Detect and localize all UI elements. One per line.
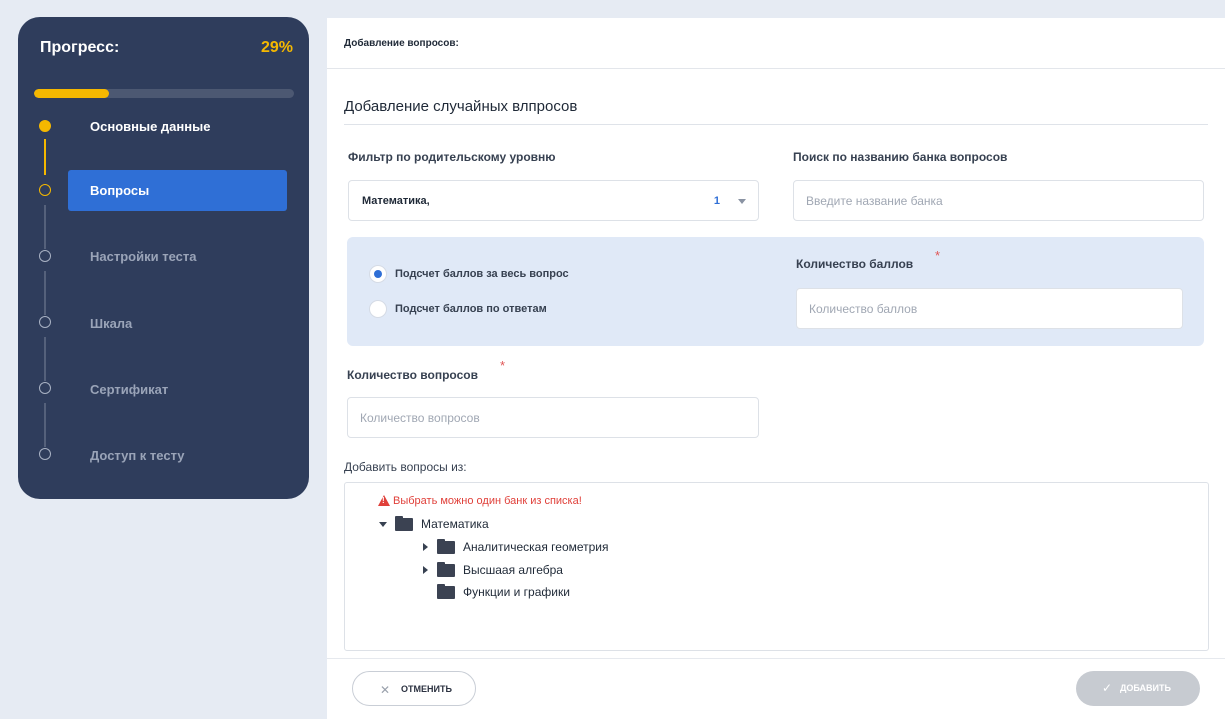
filter-selected-count: 1: [713, 195, 720, 207]
radio-label: Подсчет баллов по ответам: [395, 303, 547, 315]
required-mark: *: [500, 358, 506, 373]
step-connector: [44, 139, 46, 175]
step-connector: [44, 337, 46, 381]
questions-count-field[interactable]: [347, 397, 759, 438]
section-title: Добавление случайных влпросов: [344, 98, 578, 115]
step-dot-current: [39, 184, 51, 196]
questions-count-input[interactable]: [348, 398, 758, 437]
tree-node-label: Высшаая алгебра: [463, 563, 563, 577]
radio-unchecked[interactable]: [369, 300, 387, 318]
step-questions[interactable]: Вопросы: [90, 183, 149, 198]
step-basic-data[interactable]: Основные данные: [90, 119, 210, 134]
filter-label: Фильтр по родительскому уровню: [348, 150, 556, 164]
tree-warning-text: Выбрать можно один банк из списка!: [393, 495, 582, 507]
radio-checked[interactable]: [369, 265, 387, 283]
cancel-button-label: ОТМЕНИТЬ: [401, 684, 452, 694]
panel-header: Добавление вопросов:: [327, 18, 1225, 69]
parent-level-select[interactable]: Математика, 1: [348, 180, 759, 221]
radio-label: Подсчет баллов за весь вопрос: [395, 268, 569, 280]
tree-node-label: Функции и графики: [463, 585, 570, 599]
search-field[interactable]: [793, 180, 1204, 221]
step-dot: [39, 382, 51, 394]
step-connector: [44, 205, 46, 249]
scoring-panel: Подсчет баллов за весь вопрос Подсчет ба…: [347, 237, 1204, 346]
step-test-access[interactable]: Доступ к тесту: [90, 448, 185, 463]
folder-icon: [437, 562, 455, 577]
step-dot: [39, 316, 51, 328]
folder-icon: [395, 516, 413, 531]
points-field[interactable]: [796, 288, 1183, 329]
points-label: Количество баллов: [796, 257, 914, 271]
progress-sidebar: Прогресс: 29% Основные данные Вопросы На…: [18, 17, 309, 499]
folder-icon: [437, 584, 455, 599]
tree-warning: Выбрать можно один банк из списка!: [378, 495, 582, 507]
step-connector: [44, 271, 46, 315]
add-from-label: Добавить вопросы из:: [344, 460, 467, 474]
questions-count-label: Количество вопросов: [347, 368, 478, 382]
step-connector: [44, 403, 46, 447]
step-certificate[interactable]: Сертификат: [90, 382, 168, 397]
points-input[interactable]: [797, 289, 1182, 328]
caret-right-icon[interactable]: [423, 543, 428, 551]
step-test-settings[interactable]: Настройки теста: [90, 249, 196, 264]
filter-selected-value: Математика,: [362, 195, 430, 207]
close-icon: ✕: [380, 683, 391, 697]
add-button[interactable]: ✓ ДОБАВИТЬ: [1076, 671, 1200, 706]
cancel-button[interactable]: ✕ ОТМЕНИТЬ: [352, 671, 476, 706]
steps-list: Основные данные Вопросы Настройки теста …: [18, 17, 309, 499]
step-scale[interactable]: Шкала: [90, 316, 132, 331]
chevron-down-icon[interactable]: [738, 199, 746, 204]
main-panel: Добавление вопросов: Добавление случайны…: [327, 18, 1225, 719]
warning-icon: [378, 495, 390, 506]
step-dot-done: [39, 120, 51, 132]
add-button-label: ДОБАВИТЬ: [1120, 683, 1171, 693]
search-label: Поиск по названию банка вопросов: [793, 150, 1008, 164]
caret-down-icon[interactable]: [379, 522, 387, 527]
panel-header-title: Добавление вопросов:: [344, 38, 459, 49]
check-icon: ✓: [1102, 681, 1113, 695]
bank-search-input[interactable]: [794, 181, 1203, 220]
section-divider: [344, 124, 1208, 125]
tree-node-label: Математика: [421, 517, 489, 531]
step-dot: [39, 448, 51, 460]
tree-node-label: Аналитическая геометрия: [463, 540, 609, 554]
form-footer: ✕ ОТМЕНИТЬ ✓ ДОБАВИТЬ: [327, 658, 1225, 719]
question-bank-tree: Выбрать можно один банк из списка! Матем…: [344, 482, 1209, 651]
folder-icon: [437, 539, 455, 554]
required-mark: *: [935, 248, 941, 263]
caret-right-icon[interactable]: [423, 566, 428, 574]
step-dot: [39, 250, 51, 262]
